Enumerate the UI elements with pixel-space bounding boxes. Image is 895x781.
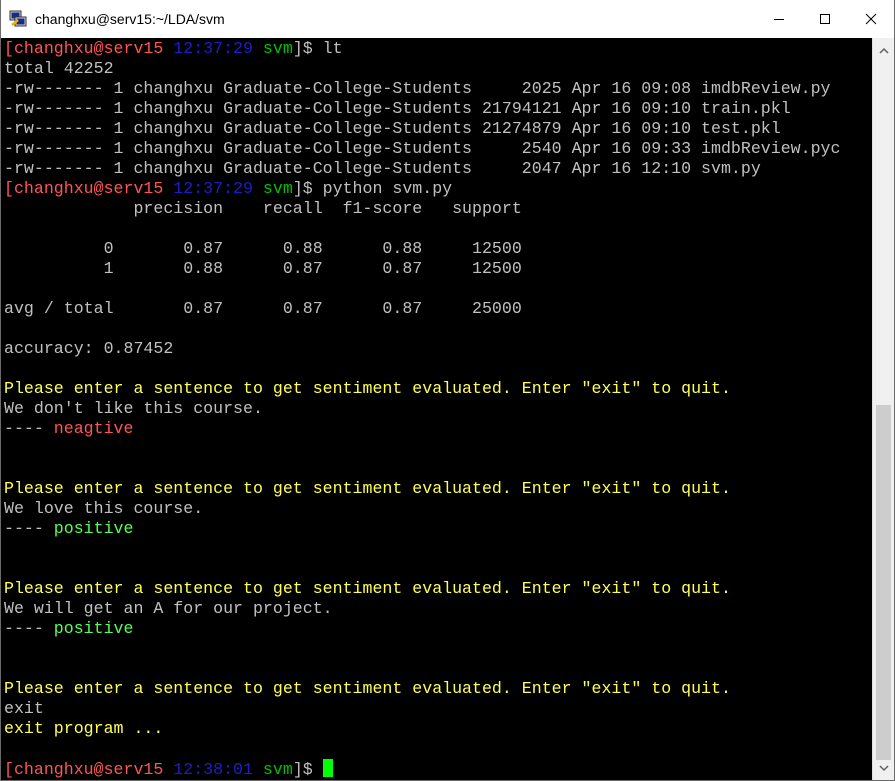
vertical-scrollbar[interactable] (872, 38, 894, 780)
terminal-text: avg / total 0.87 0.87 0.87 25000 (4, 299, 522, 318)
terminal-text: [changhxu@serv15 (4, 179, 174, 198)
terminal-line: [changhxu@serv15 12:38:01 svm]$ (4, 759, 333, 779)
terminal-window: changhxu@serv15:~/LDA/svm [changhxu@serv… (0, 0, 895, 781)
terminal-line: ---- positive (4, 619, 133, 639)
close-button[interactable] (848, 0, 894, 38)
window-title: changhxu@serv15:~/LDA/svm (35, 11, 225, 27)
terminal-line: -rw------- 1 changhxu Graduate-College-S… (4, 159, 761, 179)
scroll-down-button[interactable] (873, 758, 894, 778)
terminal-text: positive (53, 619, 134, 638)
terminal-line: ---- neagtive (4, 419, 133, 439)
terminal-text: -rw------- 1 changhxu Graduate-College-S… (4, 79, 831, 98)
terminal-text: ---- (4, 419, 54, 438)
terminal-line: ---- positive (4, 519, 133, 539)
terminal-text: -rw------- 1 changhxu Graduate-College-S… (4, 119, 781, 138)
terminal-text: ]$ lt (292, 39, 343, 58)
terminal-text: 12:37:29 (173, 39, 253, 58)
scroll-up-button[interactable] (873, 40, 894, 60)
terminal-text: total 42252 (4, 59, 114, 78)
terminal-text: exit program ... (4, 719, 164, 738)
terminal-line: Please enter a sentence to get sentiment… (4, 579, 731, 599)
terminal-text: accuracy: 0.87452 (4, 339, 174, 358)
terminal-text: We don't like this course. (4, 399, 263, 418)
terminal-text: [changhxu@serv15 (4, 39, 174, 58)
terminal-text: ]$ python svm.py (292, 179, 453, 198)
terminal-text: [changhxu@serv15 (4, 760, 174, 779)
terminal-line: exit program ... (4, 719, 163, 739)
terminal-line: -rw------- 1 changhxu Graduate-College-S… (4, 119, 781, 139)
terminal-text: We love this course. (4, 499, 204, 518)
terminal-text: svm (252, 39, 293, 58)
terminal-text: Please enter a sentence to get sentiment… (4, 579, 731, 598)
terminal-line: total 42252 (4, 59, 114, 79)
terminal-text: precision recall f1-score support (4, 199, 522, 218)
terminal-text: ---- (4, 519, 54, 538)
terminal-line: avg / total 0.87 0.87 0.87 25000 (4, 299, 522, 319)
terminal-line: precision recall f1-score support (4, 199, 522, 219)
terminal-line: [changhxu@serv15 12:37:29 svm]$ lt (4, 39, 343, 59)
terminal-text: -rw------- 1 changhxu Graduate-College-S… (4, 139, 841, 158)
maximize-button[interactable] (802, 0, 848, 38)
title-bar[interactable]: changhxu@serv15:~/LDA/svm (1, 0, 894, 38)
terminal-text: ---- (4, 619, 54, 638)
close-icon (865, 13, 877, 25)
minimize-button[interactable] (756, 0, 802, 38)
terminal-text: Please enter a sentence to get sentiment… (4, 479, 731, 498)
terminal-output[interactable]: [changhxu@serv15 12:37:29 svm]$ lt total … (1, 38, 872, 780)
terminal-text: 12:38:01 (173, 760, 253, 779)
terminal-line: -rw------- 1 changhxu Graduate-College-S… (4, 79, 831, 99)
terminal-text: positive (53, 519, 134, 538)
putty-icon[interactable] (9, 10, 27, 28)
terminal-line: -rw------- 1 changhxu Graduate-College-S… (4, 139, 840, 159)
scroll-thumb[interactable] (876, 405, 891, 760)
terminal-text: svm (252, 179, 293, 198)
terminal-line: Please enter a sentence to get sentiment… (4, 379, 731, 399)
minimize-icon (774, 19, 784, 20)
text-cursor (322, 759, 333, 777)
terminal-text: Please enter a sentence to get sentiment… (4, 679, 731, 698)
terminal-text: 12:37:29 (173, 179, 253, 198)
terminal-line: Please enter a sentence to get sentiment… (4, 679, 731, 699)
terminal-text: ]$ (292, 760, 323, 779)
terminal-line: accuracy: 0.87452 (4, 339, 173, 359)
terminal-line: 1 0.88 0.87 0.87 12500 (4, 259, 522, 279)
terminal-text: 0 0.87 0.88 0.88 12500 (4, 239, 522, 258)
terminal-text: neagtive (53, 419, 134, 438)
terminal-text: -rw------- 1 changhxu Graduate-College-S… (4, 99, 791, 118)
terminal-line: We love this course. (4, 499, 203, 519)
terminal-line: We don't like this course. (4, 399, 263, 419)
terminal-text: Please enter a sentence to get sentiment… (4, 379, 731, 398)
terminal-text: 1 0.88 0.87 0.87 12500 (4, 259, 522, 278)
terminal-text: -rw------- 1 changhxu Graduate-College-S… (4, 159, 761, 178)
maximize-icon (820, 14, 830, 24)
terminal-line: Please enter a sentence to get sentiment… (4, 479, 731, 499)
terminal-text: We will get an A for our project. (4, 599, 333, 618)
terminal-line: [changhxu@serv15 12:37:29 svm]$ python s… (4, 179, 452, 199)
chevron-down-icon (878, 764, 889, 771)
terminal-line: 0 0.87 0.88 0.88 12500 (4, 239, 522, 259)
terminal-text: svm (252, 760, 293, 779)
terminal-text: exit (4, 699, 44, 718)
terminal-line: -rw------- 1 changhxu Graduate-College-S… (4, 99, 791, 119)
chevron-up-icon (878, 47, 889, 54)
terminal-line: We will get an A for our project. (4, 599, 333, 619)
terminal-line: exit (4, 699, 44, 719)
